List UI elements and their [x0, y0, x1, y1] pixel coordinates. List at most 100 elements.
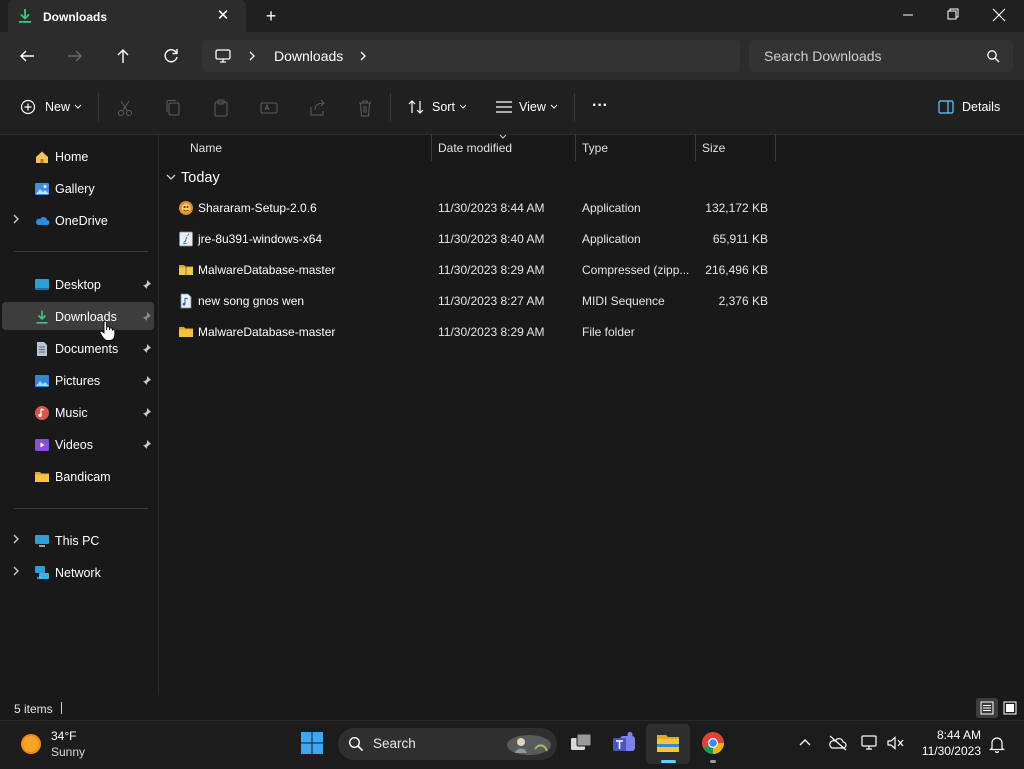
toolbar-divider: [390, 93, 391, 121]
running-app-indicator: [710, 760, 716, 763]
chrome-icon[interactable]: [700, 730, 726, 756]
videos-icon: [34, 437, 50, 453]
chevron-right-icon[interactable]: [11, 213, 21, 225]
clock-time[interactable]: 8:44 AM: [905, 728, 981, 742]
file-type: Application: [582, 232, 641, 246]
column-header-size[interactable]: Size: [702, 141, 725, 155]
onedrive-cloud-icon: [34, 213, 50, 229]
sidebar-item-label: Network: [55, 566, 101, 580]
taskbar-search-label: Search: [373, 736, 416, 751]
file-date: 11/30/2023 8:29 AM: [438, 325, 545, 339]
midi-file-icon: [178, 293, 194, 309]
file-type: Compressed (zipp...: [582, 263, 690, 277]
file-type: MIDI Sequence: [582, 294, 665, 308]
close-window-button[interactable]: [976, 0, 1022, 32]
sidebar-item-label: Music: [55, 406, 88, 420]
weather-description[interactable]: Sunny: [51, 745, 85, 759]
network-icon: [34, 565, 50, 581]
pin-icon: [141, 311, 152, 322]
pictures-icon: [34, 373, 50, 389]
column-header-date[interactable]: Date modified: [438, 141, 512, 155]
column-divider[interactable]: [575, 135, 576, 161]
breadcrumb-chevron-icon[interactable]: [247, 48, 257, 64]
more-options-button[interactable]: ···: [586, 93, 614, 121]
column-divider[interactable]: [431, 135, 432, 161]
column-divider[interactable]: [775, 135, 776, 161]
new-label: New: [45, 100, 71, 114]
file-date: 11/30/2023 8:27 AM: [438, 294, 545, 308]
network-status-icon[interactable]: [860, 734, 880, 752]
new-tab-button[interactable]: +: [260, 5, 282, 27]
sidebar-divider: [14, 251, 148, 252]
file-date: 11/30/2023 8:44 AM: [438, 201, 545, 215]
installer-app-icon: [178, 200, 194, 216]
sort-indicator-icon: [499, 134, 507, 139]
onedrive-offline-icon[interactable]: [828, 734, 848, 752]
details-view-button[interactable]: [976, 698, 998, 718]
close-tab-button[interactable]: ✕: [213, 6, 233, 26]
column-header-name[interactable]: Name: [190, 141, 222, 155]
breadcrumb-chevron-icon[interactable]: [358, 48, 368, 64]
gallery-icon: [34, 181, 50, 197]
file-size: 65,911 KB: [712, 232, 768, 246]
file-date: 11/30/2023 8:29 AM: [438, 263, 545, 277]
breadcrumb-downloads[interactable]: Downloads: [274, 48, 343, 64]
forward-button[interactable]: [61, 42, 89, 70]
view-label: View: [519, 100, 546, 114]
pin-icon: [141, 375, 152, 386]
java-installer-icon: [178, 231, 194, 247]
chevron-right-icon[interactable]: [11, 565, 21, 577]
download-icon: [34, 309, 50, 325]
weather-sun-icon[interactable]: [18, 731, 44, 757]
sidebar-divider: [14, 508, 148, 509]
sidebar-item-label: OneDrive: [55, 214, 108, 228]
minimize-button[interactable]: [885, 0, 931, 32]
sidebar-item-label: This PC: [55, 534, 100, 548]
task-view-icon[interactable]: [568, 730, 594, 756]
tiles-view-button[interactable]: [999, 698, 1021, 718]
music-icon: [34, 405, 50, 421]
delete-icon[interactable]: [354, 97, 376, 119]
paste-icon[interactable]: [210, 97, 232, 119]
details-pane-button[interactable]: Details: [932, 93, 1012, 121]
teams-icon[interactable]: [611, 730, 637, 756]
pin-icon: [141, 279, 152, 290]
up-button[interactable]: [109, 42, 137, 70]
view-button[interactable]: View: [490, 93, 562, 121]
this-pc-icon: [34, 533, 50, 549]
file-size: 2,376 KB: [718, 294, 768, 308]
file-name: Shararam-Setup-2.0.6: [198, 201, 317, 215]
sort-label: Sort: [432, 100, 455, 114]
file-explorer-icon[interactable]: [655, 730, 681, 756]
file-name: MalwareDatabase-master: [198, 325, 336, 339]
search-placeholder: Search Downloads: [764, 48, 882, 64]
status-divider: [61, 702, 62, 714]
cut-icon[interactable]: [114, 97, 136, 119]
pin-icon: [141, 343, 152, 354]
back-button[interactable]: [13, 42, 41, 70]
refresh-button[interactable]: [157, 42, 185, 70]
file-name: new song gnos wen: [198, 294, 305, 308]
group-header-today[interactable]: Today: [181, 170, 220, 186]
chevron-right-icon[interactable]: [11, 533, 21, 545]
restore-button[interactable]: [930, 0, 976, 32]
column-divider[interactable]: [695, 135, 696, 161]
file-name: MalwareDatabase-master: [198, 263, 336, 277]
weather-temperature[interactable]: 34°F: [51, 729, 76, 743]
new-button[interactable]: New: [14, 93, 86, 121]
item-count: 5 items: [14, 702, 53, 716]
status-bar: [0, 695, 1024, 720]
details-label: Details: [962, 100, 1001, 114]
share-icon[interactable]: [306, 97, 328, 119]
sort-button[interactable]: Sort: [402, 93, 474, 121]
column-header-type[interactable]: Type: [582, 141, 608, 155]
start-windows-icon[interactable]: [299, 730, 325, 756]
volume-muted-icon[interactable]: [886, 734, 906, 752]
chevron-up-icon[interactable]: [797, 735, 813, 751]
search-icon: [348, 736, 364, 752]
chevron-down-icon[interactable]: [165, 172, 177, 182]
notification-bell-icon[interactable]: [988, 735, 1006, 753]
clock-date[interactable]: 11/30/2023: [905, 744, 981, 758]
copy-icon[interactable]: [162, 97, 184, 119]
rename-icon[interactable]: [258, 97, 280, 119]
